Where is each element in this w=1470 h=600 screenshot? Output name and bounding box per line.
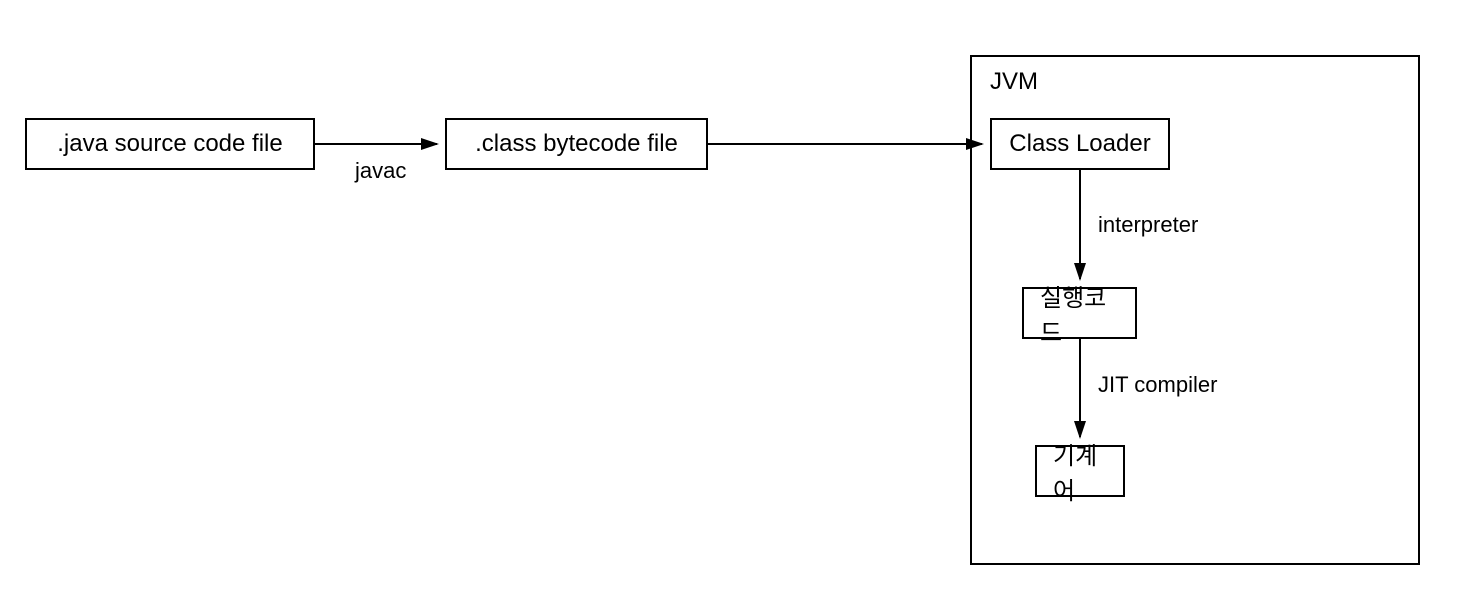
source-code-text: .java source code file bbox=[57, 130, 282, 158]
exec-code-box: 실행코드 bbox=[1022, 287, 1137, 339]
machine-code-box: 기계어 bbox=[1035, 445, 1125, 497]
arrow-bytecode-classloader bbox=[708, 135, 990, 155]
source-code-box: .java source code file bbox=[25, 118, 315, 170]
bytecode-text: .class bytecode file bbox=[475, 130, 678, 158]
arrow-classloader-execcode bbox=[1070, 170, 1090, 287]
machine-code-text: 기계어 bbox=[1053, 436, 1107, 506]
exec-code-text: 실행코드 bbox=[1040, 278, 1119, 348]
jit-label: JIT compiler bbox=[1098, 372, 1217, 398]
class-loader-box: Class Loader bbox=[990, 118, 1170, 170]
arrow-source-bytecode bbox=[315, 135, 445, 155]
arrow-execcode-machinecode bbox=[1070, 339, 1090, 445]
interpreter-label: interpreter bbox=[1098, 212, 1198, 238]
bytecode-box: .class bytecode file bbox=[445, 118, 708, 170]
class-loader-text: Class Loader bbox=[1009, 130, 1150, 158]
javac-label: javac bbox=[355, 158, 406, 184]
jvm-label: JVM bbox=[990, 68, 1038, 96]
